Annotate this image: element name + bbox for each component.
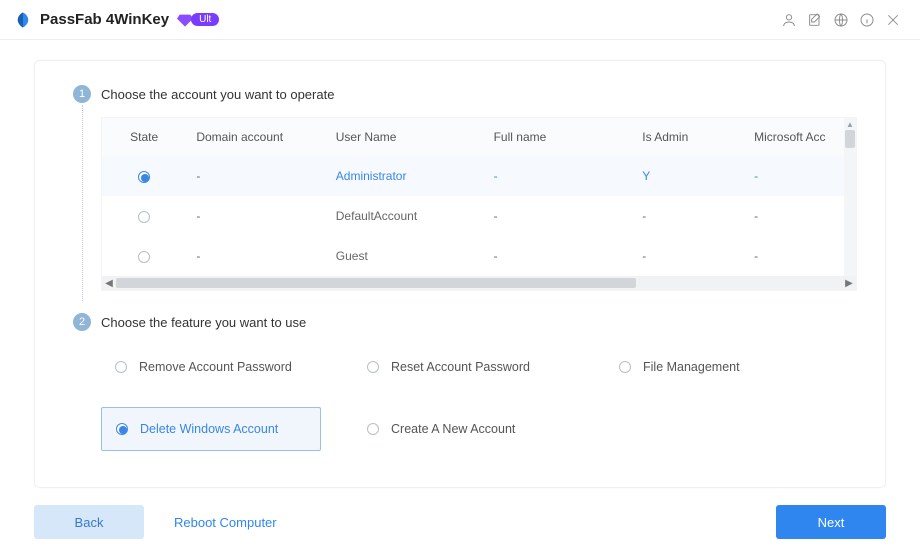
titlebar: PassFab 4WinKey Ult xyxy=(0,0,920,40)
globe-icon[interactable] xyxy=(828,7,854,33)
next-button[interactable]: Next xyxy=(776,505,886,539)
cell-admin: Y xyxy=(632,169,744,183)
col-state: State xyxy=(102,130,186,144)
app-title: PassFab 4WinKey xyxy=(40,11,169,28)
feature-label: Delete Windows Account xyxy=(140,422,278,436)
cell-user: Administrator xyxy=(326,169,484,183)
cell-ms: - xyxy=(744,169,856,183)
radio-icon xyxy=(367,423,379,435)
cell-full: - xyxy=(484,209,633,223)
back-button[interactable]: Back xyxy=(34,505,144,539)
scroll-up-icon[interactable]: ▲ xyxy=(844,118,856,130)
edition-badge: Ult xyxy=(177,13,219,27)
col-ms: Microsoft Acc xyxy=(744,130,856,144)
cell-ms: - xyxy=(744,249,856,263)
feature-label: Remove Account Password xyxy=(139,360,292,374)
scroll-right-icon[interactable]: ▶ xyxy=(842,278,856,289)
step-2: 2 Choose the feature you want to use Rem… xyxy=(73,313,857,451)
feature-reset-password[interactable]: Reset Account Password xyxy=(353,345,573,389)
feature-label: Create A New Account xyxy=(391,422,515,436)
bottom-bar: Back Reboot Computer Next xyxy=(34,502,886,542)
step-1-title: Choose the account you want to operate xyxy=(101,87,334,102)
radio-icon xyxy=(116,423,128,435)
table-row[interactable]: - Guest - - - xyxy=(102,236,856,276)
col-full: Full name xyxy=(484,130,633,144)
col-admin: Is Admin xyxy=(632,130,744,144)
table-row[interactable]: - Administrator - Y - xyxy=(102,156,856,196)
step-2-number: 2 xyxy=(73,313,91,331)
horizontal-scrollbar[interactable]: ◀ ▶ xyxy=(102,276,856,290)
cell-domain: - xyxy=(186,209,325,223)
feature-delete-account[interactable]: Delete Windows Account xyxy=(101,407,321,451)
cell-admin: - xyxy=(632,249,744,263)
feature-label: File Management xyxy=(643,360,740,374)
cell-admin: - xyxy=(632,209,744,223)
step-1: 1 Choose the account you want to operate… xyxy=(73,85,857,291)
row-radio[interactable] xyxy=(138,211,150,223)
edit-icon[interactable] xyxy=(802,7,828,33)
app-logo-icon xyxy=(14,11,32,29)
col-user: User Name xyxy=(326,130,484,144)
info-icon[interactable] xyxy=(854,7,880,33)
feature-label: Reset Account Password xyxy=(391,360,530,374)
vertical-scrollbar[interactable]: ▲ ▼ xyxy=(844,118,856,290)
cell-domain: - xyxy=(186,249,325,263)
cell-ms: - xyxy=(744,209,856,223)
radio-icon xyxy=(367,361,379,373)
edition-label: Ult xyxy=(191,13,219,26)
cell-domain: - xyxy=(186,169,325,183)
close-icon[interactable] xyxy=(880,7,906,33)
radio-icon xyxy=(115,361,127,373)
row-radio[interactable] xyxy=(138,251,150,263)
feature-file-management[interactable]: File Management xyxy=(605,345,825,389)
main-card: 1 Choose the account you want to operate… xyxy=(34,60,886,488)
step-1-number: 1 xyxy=(73,85,91,103)
row-radio[interactable] xyxy=(138,171,150,183)
vscroll-thumb[interactable] xyxy=(845,130,855,148)
cell-user: DefaultAccount xyxy=(326,209,484,223)
radio-icon xyxy=(619,361,631,373)
cell-user: Guest xyxy=(326,249,484,263)
col-domain: Domain account xyxy=(186,130,325,144)
hscroll-thumb[interactable] xyxy=(116,278,636,288)
feature-remove-password[interactable]: Remove Account Password xyxy=(101,345,321,389)
table-row[interactable]: - DefaultAccount - - - xyxy=(102,196,856,236)
feature-create-account[interactable]: Create A New Account xyxy=(353,407,573,451)
reboot-link[interactable]: Reboot Computer xyxy=(174,515,277,530)
feature-options: Remove Account Password Reset Account Pa… xyxy=(101,345,857,451)
accounts-table: State Domain account User Name Full name… xyxy=(101,117,857,291)
scroll-left-icon[interactable]: ◀ xyxy=(102,278,116,289)
user-icon[interactable] xyxy=(776,7,802,33)
cell-full: - xyxy=(484,169,633,183)
cell-full: - xyxy=(484,249,633,263)
table-header: State Domain account User Name Full name… xyxy=(102,118,856,156)
step-2-title: Choose the feature you want to use xyxy=(101,315,306,330)
